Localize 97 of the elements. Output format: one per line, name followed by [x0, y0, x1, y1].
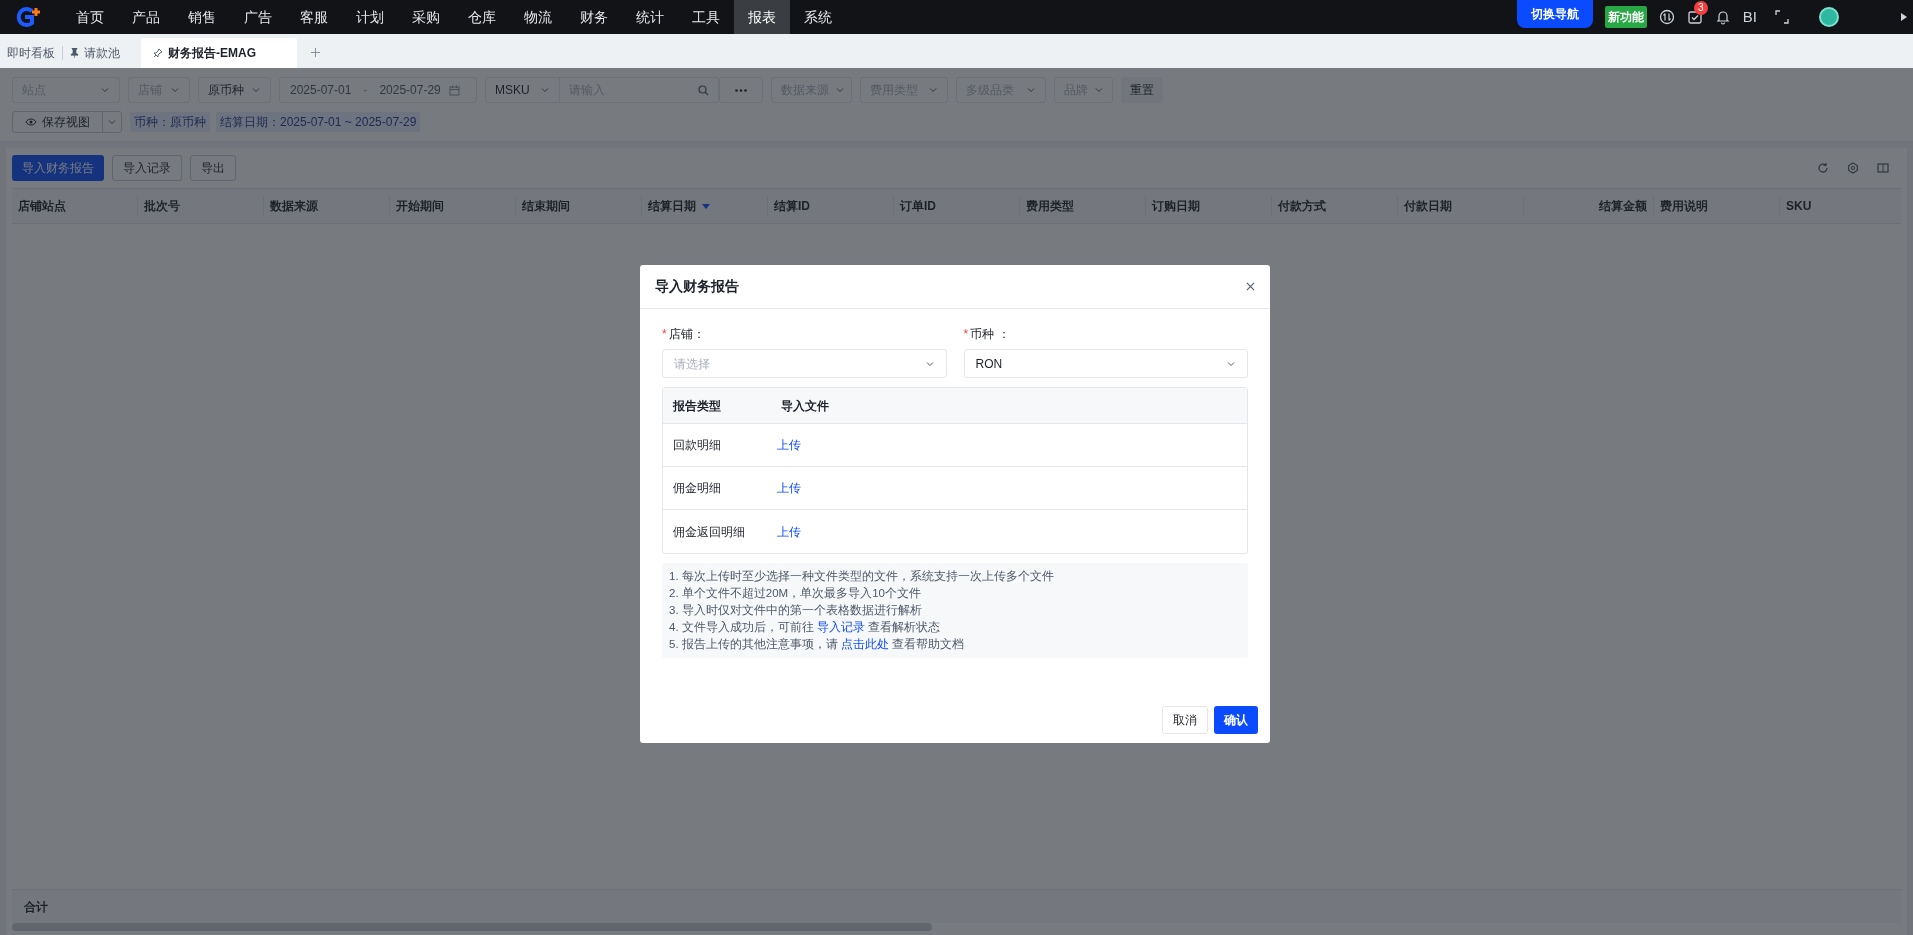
switch-nav-button[interactable]: 切换导航 — [1516, 0, 1593, 28]
column-header[interactable]: 费用类型 — [1026, 197, 1074, 215]
select-field[interactable]: RON — [963, 349, 1248, 378]
note-text: 5. 报告上传的其他注意事项，请 点击此处 查看帮助文档 — [669, 637, 966, 652]
column-header[interactable]: 费用说明 — [1660, 197, 1708, 215]
chevron-down-icon — [1094, 85, 1104, 95]
note-text: 2. 单个文件不超过20M，单次最多导入10个文件 — [669, 586, 922, 601]
chevron-down-icon[interactable] — [107, 117, 117, 127]
dialog-title: 导入财务报告 — [655, 277, 740, 296]
column-header[interactable]: 付款日期 — [1404, 197, 1452, 215]
help-link[interactable]: 导入记录 — [817, 621, 865, 633]
dialog-button[interactable]: 确认 — [1214, 706, 1258, 734]
notification-count-badge: 3 — [1693, 1, 1708, 15]
page-tab[interactable]: 财务报告-EMAG — [141, 38, 297, 68]
nav-item[interactable]: 广告 — [230, 0, 286, 34]
nav-item[interactable]: 报表 — [734, 0, 790, 34]
table-cell-text: 佣金明细 — [672, 480, 722, 497]
table-cell-text: 回款明细 — [672, 437, 722, 454]
avatar[interactable] — [1819, 7, 1839, 27]
upload-link[interactable]: 上传 — [775, 522, 803, 541]
column-header[interactable]: 结算金额 — [1599, 197, 1647, 215]
chevron-down-icon — [251, 85, 261, 95]
pin-icon — [70, 48, 79, 58]
nav-item[interactable]: 客服 — [286, 0, 342, 34]
reset-button[interactable]: 重置 — [1121, 77, 1163, 103]
filter-tag: 币种：原币种 — [130, 112, 210, 132]
field-label: 店铺： — [668, 326, 705, 343]
refresh-icon[interactable] — [1817, 162, 1829, 174]
chevron-down-icon — [835, 85, 845, 95]
toolbar-button[interactable]: 导出 — [190, 155, 236, 181]
required-mark: * — [662, 326, 667, 343]
note-text: 3. 导入时仅对文件中的第一个表格数据进行解析 — [669, 603, 923, 618]
column-header[interactable]: 结算日期 — [648, 197, 696, 215]
nav-item[interactable]: 产品 — [118, 0, 174, 34]
nav-item[interactable]: 销售 — [174, 0, 230, 34]
columns-icon[interactable] — [1877, 162, 1889, 174]
add-tab-icon[interactable] — [311, 48, 320, 57]
nav-item[interactable]: 系统 — [790, 0, 846, 34]
bell-icon[interactable] — [1714, 9, 1731, 25]
help-link[interactable]: 点击此处 — [841, 638, 889, 650]
filter-select[interactable]: 原币种 — [198, 77, 271, 103]
column-header[interactable]: 结算ID — [774, 197, 810, 215]
save-view-label: 保存视图 — [42, 114, 90, 131]
more-options-button[interactable] — [719, 77, 763, 103]
note-text: 4. 文件导入成功后，可前往 导入记录 查看解析状态 — [669, 620, 942, 635]
column-header[interactable]: 店铺站点 — [18, 197, 66, 215]
pin-outline-icon — [153, 48, 163, 58]
ellipsis-icon — [735, 88, 747, 92]
table-cell-text: 佣金返回明细 — [672, 523, 746, 541]
page-tab[interactable]: 即时看板 — [0, 38, 62, 68]
task-check-icon[interactable] — [1686, 9, 1703, 25]
nav-item[interactable]: 物流 — [510, 0, 566, 34]
upload-link[interactable]: 上传 — [775, 436, 803, 454]
chevron-down-icon — [100, 85, 110, 95]
calendar-icon — [448, 84, 460, 96]
column-header[interactable]: 结束期间 — [522, 197, 570, 215]
fullscreen-icon[interactable] — [1775, 10, 1789, 24]
dialog-button[interactable]: 取消 — [1162, 706, 1208, 734]
column-header[interactable]: 数据来源 — [270, 197, 318, 215]
transfer-circle-icon[interactable] — [1658, 9, 1675, 25]
close-icon[interactable] — [1246, 282, 1255, 291]
chevron-down-icon — [170, 85, 180, 95]
nav-item[interactable]: 财务 — [566, 0, 622, 34]
column-header[interactable]: SKU — [1786, 197, 1812, 215]
column-header[interactable]: 付款方式 — [1278, 197, 1326, 215]
nav-item[interactable]: 采购 — [398, 0, 454, 34]
column-header[interactable]: 订单ID — [900, 197, 936, 215]
page-tab[interactable]: 请款池 — [63, 38, 127, 68]
nav-item[interactable]: 仓库 — [454, 0, 510, 34]
column-header[interactable]: 订购日期 — [1152, 197, 1200, 215]
nav-item[interactable]: 计划 — [342, 0, 398, 34]
sort-desc-icon[interactable] — [702, 202, 710, 210]
settings-icon[interactable] — [1847, 162, 1859, 174]
eye-icon — [25, 116, 37, 128]
save-view-button[interactable]: 保存视图 — [12, 111, 122, 133]
required-mark: * — [963, 326, 969, 343]
nav-item[interactable]: 首页 — [62, 0, 118, 34]
bi-link[interactable]: BI — [1742, 5, 1757, 29]
column-header: 导入文件 — [780, 397, 830, 415]
chevron-down-icon — [928, 85, 938, 95]
nav-item[interactable]: 统计 — [622, 0, 678, 34]
column-header: 报告类型 — [672, 397, 722, 415]
new-feature-badge[interactable]: 新功能 — [1604, 6, 1647, 28]
toolbar-button[interactable]: 导入财务报告 — [12, 155, 104, 181]
total-label: 合计 — [23, 898, 48, 916]
upload-link[interactable]: 上传 — [775, 479, 803, 497]
field-label: 币种 ： — [970, 326, 1010, 343]
filter-tag: 结算日期：2025-07-01 ~ 2025-07-29 — [216, 112, 421, 132]
caret-icon[interactable] — [1901, 13, 1907, 21]
column-header[interactable]: 开始期间 — [396, 197, 444, 215]
select-field[interactable]: 请选择 — [662, 349, 947, 378]
note-text: 1. 每次上传时至少选择一种文件类型的文件，系统支持一次上传多个文件 — [669, 569, 1055, 584]
toolbar-button[interactable]: 导入记录 — [112, 155, 182, 181]
nav-item[interactable]: 工具 — [678, 0, 734, 34]
chevron-down-icon — [1026, 85, 1036, 95]
column-header[interactable]: 批次号 — [144, 197, 180, 215]
date-range-field[interactable]: 2025-07-01 - 2025-07-29 — [279, 77, 477, 103]
